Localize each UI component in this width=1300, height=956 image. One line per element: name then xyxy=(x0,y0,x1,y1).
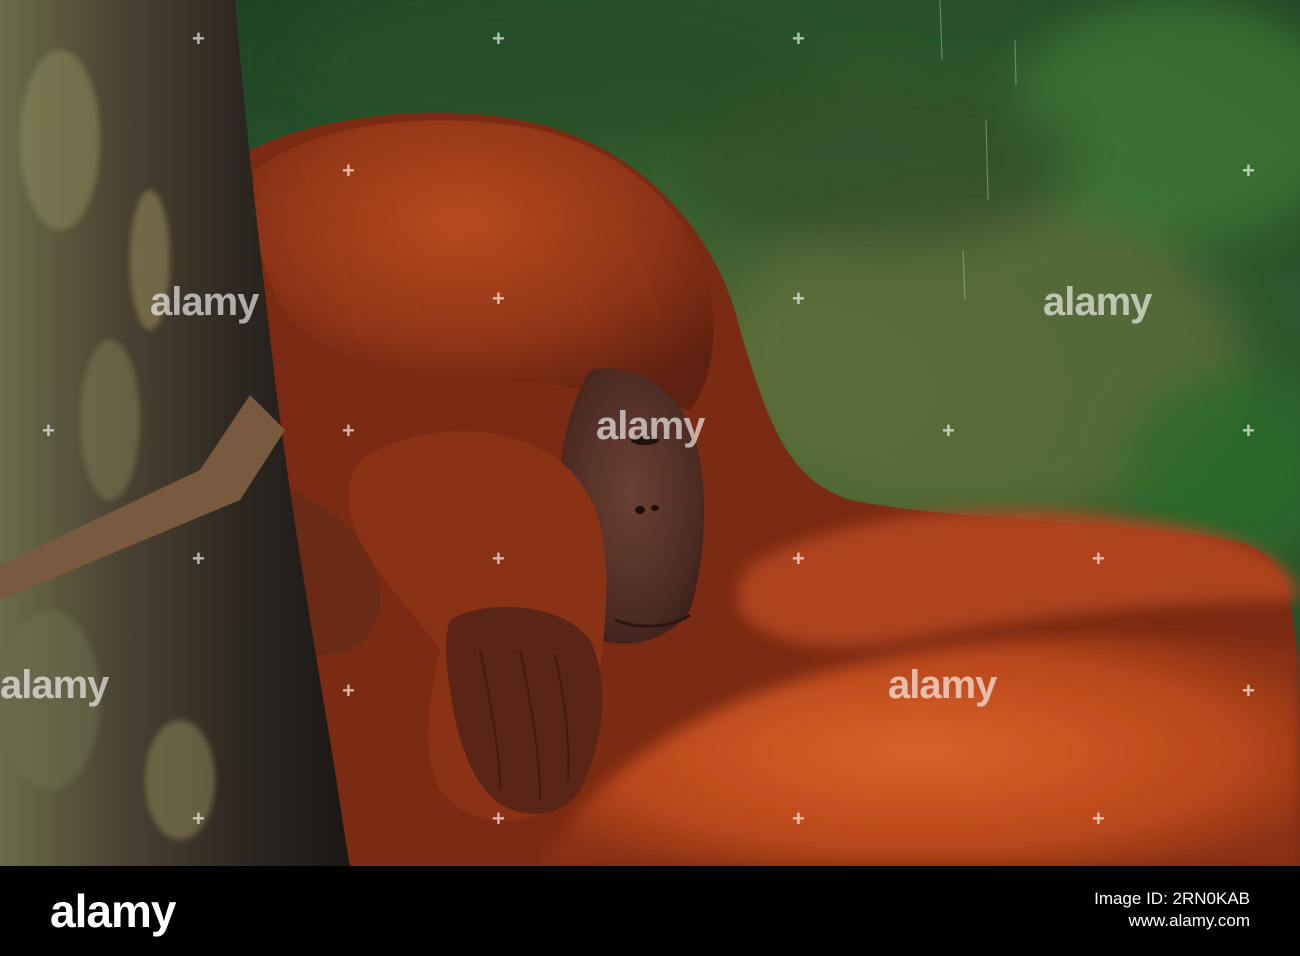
plus-mark: + xyxy=(492,806,505,831)
plus-mark: + xyxy=(492,26,505,51)
plus-mark: + xyxy=(792,26,805,51)
plus-mark: + xyxy=(942,418,955,443)
plus-mark: + xyxy=(792,286,805,311)
plus-mark: + xyxy=(192,26,205,51)
site-url[interactable]: www.alamy.com xyxy=(1094,910,1250,932)
plus-mark: + xyxy=(492,286,505,311)
image-id: Image ID: 2RN0KAB xyxy=(1094,889,1250,908)
plus-mark: + xyxy=(792,806,805,831)
footer-info: Image ID: 2RN0KAB www.alamy.com xyxy=(1094,888,1250,932)
plus-mark: + xyxy=(1242,158,1255,183)
photo xyxy=(0,0,1300,866)
plus-mark: + xyxy=(1242,678,1255,703)
plus-mark: + xyxy=(192,806,205,831)
plus-mark: + xyxy=(342,418,355,443)
plus-mark: + xyxy=(42,418,55,443)
plus-mark: + xyxy=(342,158,355,183)
orangutan-photo xyxy=(0,0,1300,866)
footer-logo: alamy xyxy=(50,885,176,937)
plus-mark: + xyxy=(192,546,205,571)
orangutan-eye xyxy=(631,435,659,445)
plus-mark: + xyxy=(342,678,355,703)
plus-mark: + xyxy=(492,546,505,571)
footer-bar: alamy Image ID: 2RN0KAB www.alamy.com xyxy=(0,866,1300,956)
plus-mark: + xyxy=(1092,806,1105,831)
plus-mark: + xyxy=(1092,546,1105,571)
plus-mark: + xyxy=(792,546,805,571)
plus-mark: + xyxy=(1242,418,1255,443)
